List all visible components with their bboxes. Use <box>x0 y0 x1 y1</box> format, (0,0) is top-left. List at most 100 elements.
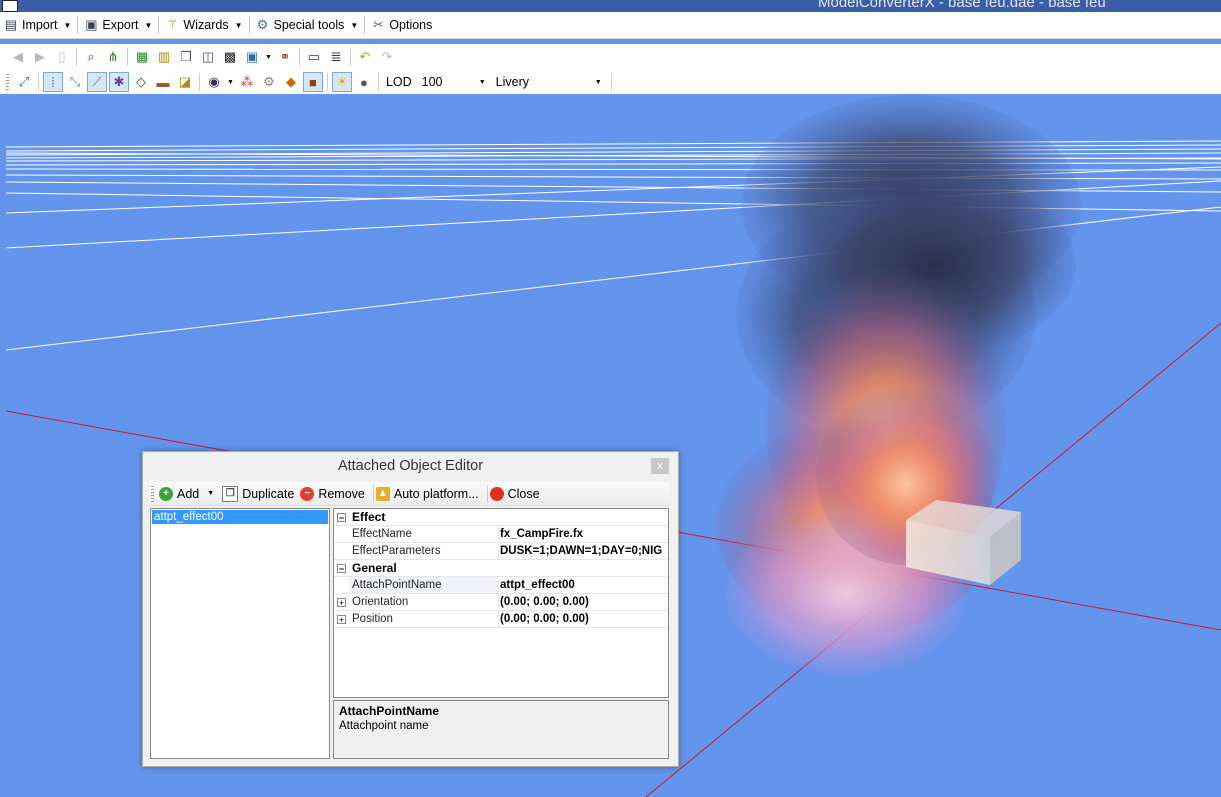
toolbar-grip[interactable] <box>6 74 9 90</box>
document-icon[interactable]: ▯ <box>52 47 72 67</box>
settings-icon[interactable]: ⚙ <box>259 72 279 92</box>
close-icon[interactable]: x <box>651 458 669 474</box>
lod-select[interactable]: 100 ▼ <box>418 73 492 91</box>
attached-object-editor-dialog: Attached Object Editor x + Add ▼ ❐ Dupli… <box>142 451 679 767</box>
camera-icon[interactable]: ◉ <box>204 72 224 92</box>
dialog-toolbar: + Add ▼ ❐ Duplicate − Remove ▲ Auto plat… <box>149 482 669 506</box>
property-name: AttachPointName <box>349 577 498 593</box>
property-value[interactable]: (0.00; 0.00; 0.00) <box>498 611 668 627</box>
property-name: EffectParameters <box>352 545 441 557</box>
toolbar-grip[interactable] <box>151 485 154 502</box>
property-effect-name[interactable]: EffectName fx_CampFire.fx <box>334 526 668 543</box>
property-value[interactable]: (0.00; 0.00; 0.00) <box>498 594 668 610</box>
add-icon: + <box>159 486 173 501</box>
toolbar-separator <box>349 48 351 66</box>
window-title: ModelConverterX - base feu.dae - base fe… <box>818 0 1106 11</box>
collapse-icon[interactable]: − <box>337 563 346 573</box>
main-toolbar: ◀ ▶ ▯ ⌕ ⋔ ▦ ▥ ❐ ◫ ▩ ▣ ▼ ⚭ ▭ ≣ ↶ ↷ <box>0 44 1221 70</box>
property-name: Position <box>352 613 393 625</box>
property-value[interactable]: fx_CampFire.fx <box>498 526 668 542</box>
undo-icon[interactable]: ↶ <box>355 47 375 67</box>
box-icon[interactable]: ■ <box>302 72 323 92</box>
monitor-icon[interactable]: ▭ <box>304 47 324 67</box>
toolbar-separator <box>38 73 39 91</box>
back-arrow-icon[interactable]: ◀ <box>8 47 28 67</box>
chevron-down-icon[interactable]: ▼ <box>235 21 243 30</box>
chevron-down-icon[interactable]: ▼ <box>63 21 71 30</box>
link-icon[interactable]: ⚭ <box>275 47 295 67</box>
collapse-icon[interactable]: − <box>337 512 346 522</box>
menu-separator <box>248 16 250 34</box>
property-attach-point-name[interactable]: AttachPointName attpt_effect00 <box>334 577 668 594</box>
livery-select[interactable]: Livery ▼ <box>492 73 608 91</box>
copy-icon[interactable]: ❐ <box>176 47 196 67</box>
property-value[interactable]: attpt_effect00 <box>498 577 668 593</box>
title-bar: ModelConverterX - base feu.dae - base fe… <box>0 0 1221 12</box>
platform-icon: ▲ <box>375 486 390 501</box>
wireframe-icon[interactable]: ✱ <box>109 72 129 92</box>
add-button[interactable]: + Add ▼ <box>159 486 216 501</box>
auto-platform-label: Auto platform... <box>393 486 479 501</box>
category-effect-label: Effect <box>352 510 386 524</box>
expand-icon[interactable]: + <box>337 597 346 607</box>
property-name: EffectName <box>352 528 412 540</box>
category-effect[interactable]: − Effect <box>334 509 668 526</box>
hierarchy-icon[interactable]: ⋔ <box>103 47 123 67</box>
chevron-down-icon[interactable]: ▼ <box>350 21 358 30</box>
redo-icon[interactable]: ↷ <box>377 47 397 67</box>
property-grid[interactable]: − Effect EffectName fx_CampFire.fx Effec… <box>333 508 669 698</box>
zoom-icon[interactable]: ⌕ <box>81 47 101 67</box>
menu-options[interactable]: ✂ Options <box>367 14 436 36</box>
toolbar-separator <box>610 73 612 91</box>
menu-export[interactable]: ▣ Export ▼ <box>80 14 156 36</box>
sun-icon[interactable]: ☀ <box>331 72 352 92</box>
globe-icon[interactable]: ● <box>354 72 374 92</box>
property-orientation[interactable]: + Orientation (0.00; 0.00; 0.00) <box>334 594 668 611</box>
chevron-down-icon[interactable]: ▼ <box>479 79 486 86</box>
menu-import[interactable]: ▤ Import ▼ <box>0 14 75 36</box>
duplicate-icon: ❐ <box>222 485 239 502</box>
ruler-icon[interactable]: ⟋ <box>87 72 107 92</box>
list-icon[interactable]: ≣ <box>326 47 346 67</box>
expand-icon[interactable]: + <box>337 614 346 624</box>
menu-options-label: Options <box>389 18 433 32</box>
menu-special-tools-label: Special tools <box>273 18 345 32</box>
material-icon[interactable]: ▦ <box>132 47 152 67</box>
fit-view-icon[interactable]: ⤢ <box>14 72 34 92</box>
axis-icon[interactable]: ⤡ <box>65 72 85 92</box>
property-effect-parameters[interactable]: EffectParameters DUSK=1;DAWN=1;DAY=0;NIG <box>334 543 668 560</box>
screen-icon[interactable]: ▣ <box>242 47 262 67</box>
chevron-down-icon[interactable]: ▼ <box>145 21 153 30</box>
property-position[interactable]: + Position (0.00; 0.00; 0.00) <box>334 611 668 628</box>
cube-icon[interactable]: ◇ <box>131 72 151 92</box>
menu-special-tools[interactable]: ⚙ Special tools ▼ <box>252 14 363 36</box>
chevron-down-icon[interactable]: ▼ <box>595 79 602 86</box>
menu-separator <box>364 16 366 34</box>
dialog-title: Attached Object Editor <box>337 458 484 474</box>
property-value[interactable]: DUSK=1;DAWN=1;DAY=0;NIG <box>498 543 668 559</box>
light-grid-icon[interactable]: ⁂ <box>237 72 257 92</box>
menu-wizards[interactable]: ⚚ Wizards ▼ <box>161 14 246 36</box>
chevron-down-icon[interactable]: ▼ <box>265 54 272 61</box>
help-description: Attachpoint name <box>339 720 429 732</box>
remove-button[interactable]: − Remove <box>300 486 365 501</box>
auto-platform-button[interactable]: ▲ Auto platform... <box>375 486 479 501</box>
texture-icon[interactable]: ▥ <box>154 47 174 67</box>
forward-arrow-icon[interactable]: ▶ <box>30 47 50 67</box>
list-item[interactable]: attpt_effect00 <box>152 510 328 524</box>
shadow-icon[interactable]: ◪ <box>175 72 195 92</box>
toolbar-separator <box>326 73 328 91</box>
attached-objects-list[interactable]: attpt_effect00 <box>150 508 330 759</box>
preview-icon[interactable]: ◫ <box>198 47 218 67</box>
color-cube-icon[interactable]: ◆ <box>281 72 301 92</box>
chevron-down-icon[interactable]: ▼ <box>207 490 214 497</box>
category-general[interactable]: − General <box>334 560 668 577</box>
grid-icon[interactable]: ⁞ <box>43 72 63 92</box>
toolbar-separator <box>199 73 200 91</box>
brick-icon[interactable]: ▬ <box>153 72 173 92</box>
remove-label: Remove <box>318 486 365 501</box>
animation-icon[interactable]: ▩ <box>220 47 240 67</box>
close-button[interactable]: Close <box>489 486 540 501</box>
chevron-down-icon[interactable]: ▼ <box>227 79 234 86</box>
duplicate-button[interactable]: ❐ Duplicate <box>222 485 294 502</box>
